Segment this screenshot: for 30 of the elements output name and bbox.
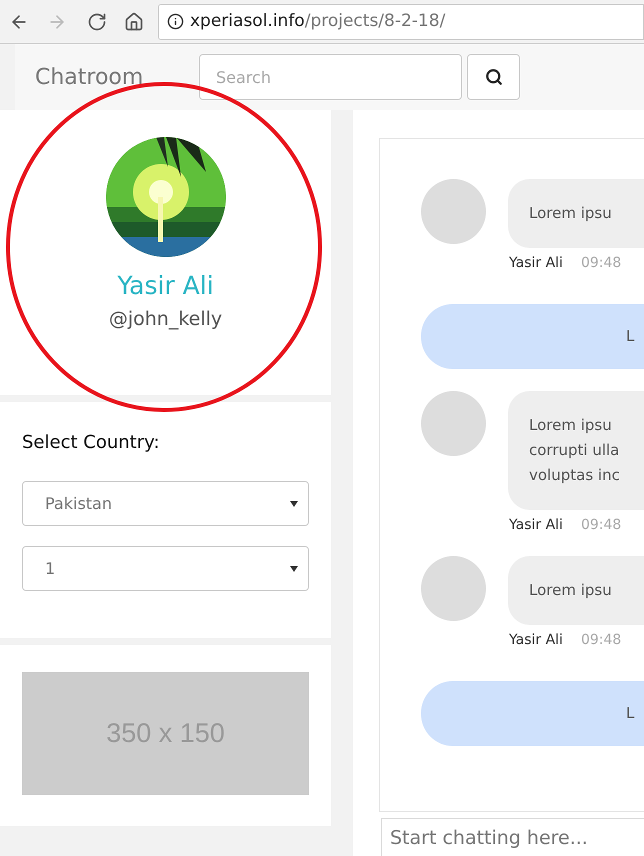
select-dropdown[interactable]: Pakistan (22, 481, 309, 526)
card-title: Select Country: (22, 431, 160, 455)
search-icon (484, 68, 502, 86)
search-button[interactable] (467, 54, 520, 100)
url-text: xperiasol.info/projects/8-2-18/ (190, 10, 446, 33)
message-time: 09:48 (580, 631, 622, 649)
message-author: Yasir Ali (509, 516, 563, 534)
info-icon[interactable] (167, 13, 184, 30)
message-author: Yasir Ali (509, 254, 563, 272)
chat-input[interactable]: Start chatting here... (381, 818, 644, 856)
message-text: Lorem ipsu (529, 203, 612, 224)
message-text: L (626, 326, 634, 348)
caret-icon (290, 500, 298, 506)
message-text: corrupti ulla (529, 440, 620, 461)
reload-icon[interactable] (87, 12, 107, 32)
message-author: Yasir Ali (509, 631, 563, 649)
profile-name: Yasir Ali (117, 270, 214, 302)
caret-icon (290, 566, 298, 572)
message-time: 09:48 (580, 516, 622, 534)
brand-title[interactable]: Chatroom (35, 60, 199, 94)
search-field[interactable]: Search (199, 54, 462, 100)
message-time: 09:48 (580, 254, 622, 272)
select-dropdown[interactable]: 1 (22, 546, 309, 591)
address-bar[interactable]: xperiasol.info/projects/8-2-18/ (158, 4, 644, 40)
profile-handle: @john_kelly (108, 306, 222, 332)
message-text: Lorem ipsu (529, 580, 612, 601)
message-text: L (626, 703, 634, 724)
home-icon[interactable] (124, 12, 144, 32)
message-text: Lorem ipsu (529, 415, 612, 436)
message-text: voluptas inc (529, 465, 620, 486)
